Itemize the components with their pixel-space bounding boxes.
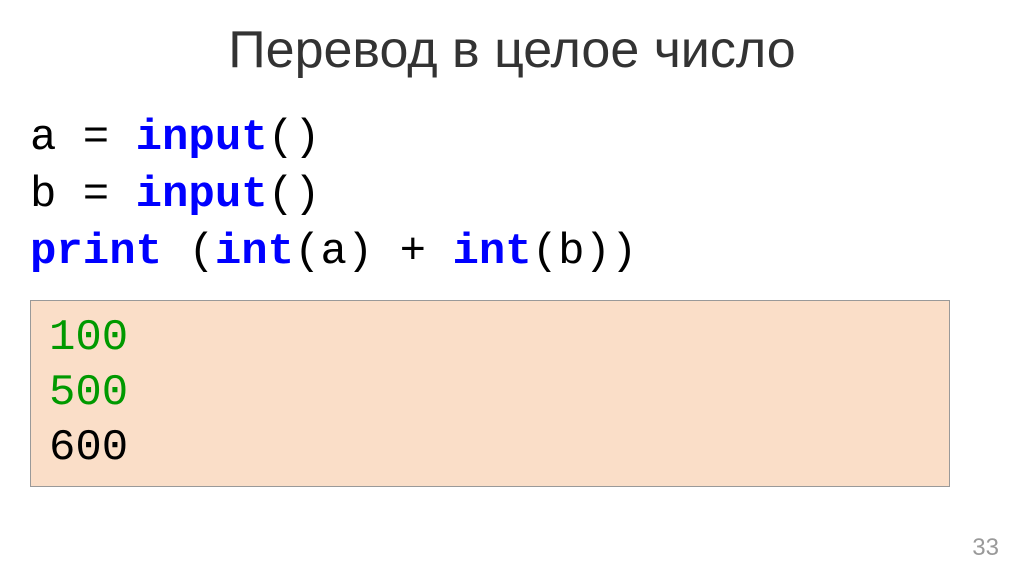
code-line-3: print (int(a) + int(b)) xyxy=(30,224,1024,281)
code-text: b = xyxy=(30,170,136,220)
page-number: 33 xyxy=(972,534,999,562)
output-line-2: 500 xyxy=(49,366,931,421)
code-text: (a) + xyxy=(294,227,452,277)
code-keyword-print: print xyxy=(30,227,162,277)
output-box: 100 500 600 xyxy=(30,300,950,487)
code-keyword-input: input xyxy=(136,113,268,163)
output-line-1: 100 xyxy=(49,311,931,366)
code-text: a = xyxy=(30,113,136,163)
code-text: (b)) xyxy=(532,227,638,277)
code-text: () xyxy=(268,170,321,220)
output-line-3: 600 xyxy=(49,421,931,476)
slide-title: Перевод в целое число xyxy=(0,0,1024,110)
code-keyword-int: int xyxy=(453,227,532,277)
code-line-2: b = input() xyxy=(30,167,1024,224)
code-text: ( xyxy=(162,227,215,277)
code-line-1: a = input() xyxy=(30,110,1024,167)
code-text: () xyxy=(268,113,321,163)
code-block: a = input() b = input() print (int(a) + … xyxy=(0,110,1024,282)
code-keyword-input: input xyxy=(136,170,268,220)
code-keyword-int: int xyxy=(215,227,294,277)
